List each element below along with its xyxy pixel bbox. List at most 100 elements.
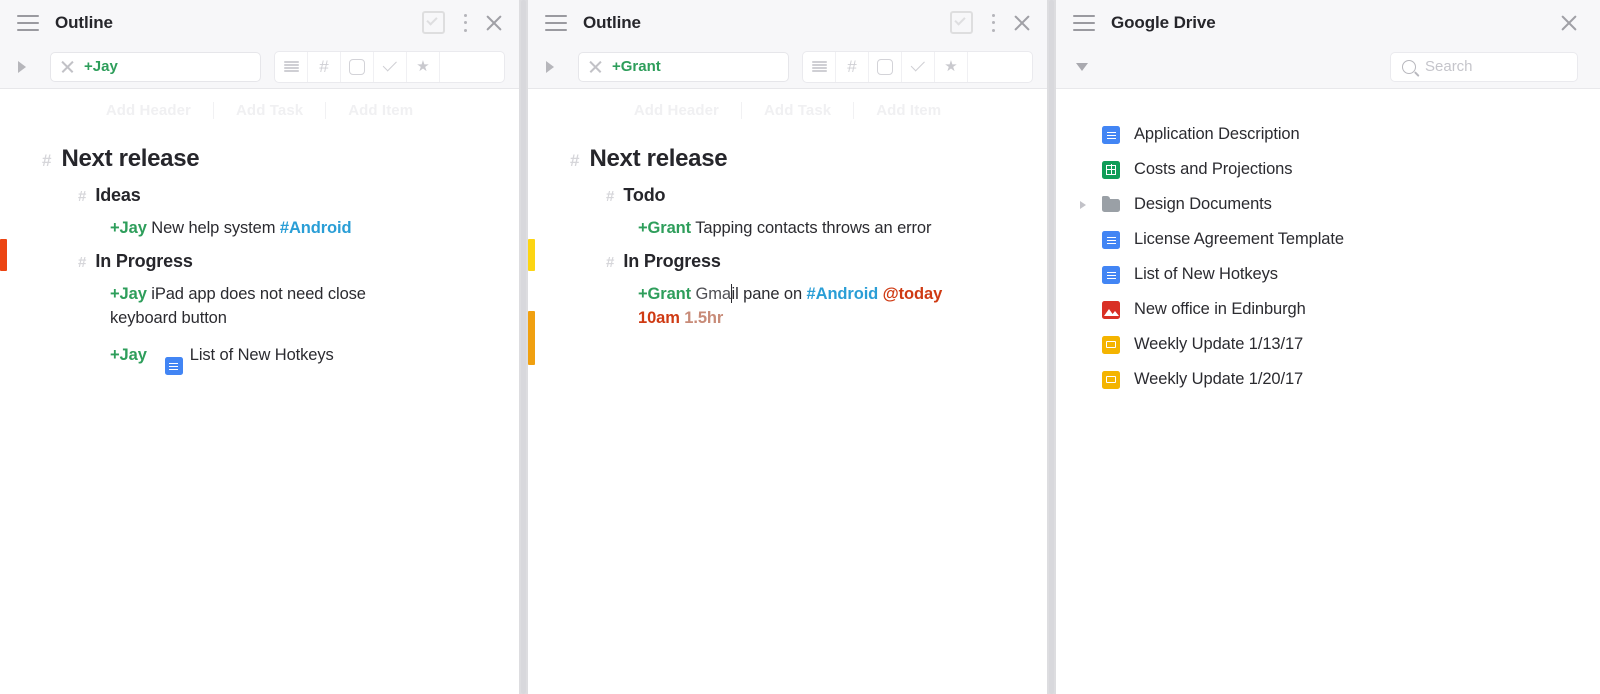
panel-title: Outline (583, 12, 641, 32)
titlebar-actions (422, 11, 503, 34)
add-item-button[interactable]: Add Item (326, 102, 435, 119)
check-icon[interactable] (374, 51, 407, 82)
star-icon[interactable]: ★ (935, 51, 968, 82)
outline-header-2[interactable]: # In Progress (0, 245, 519, 278)
duration-tag[interactable]: 1.5hr (684, 309, 723, 327)
outline-item[interactable]: +Jay New help system #Android (0, 212, 519, 245)
hash-icon: # (42, 151, 52, 170)
rounded-square-icon[interactable] (341, 51, 374, 82)
list-item[interactable]: Weekly Update 1/20/17 (1056, 362, 1600, 397)
close-small-icon[interactable] (61, 60, 74, 73)
color-swatch-icon[interactable] (440, 52, 504, 82)
mention-tag[interactable]: +Jay (110, 346, 147, 364)
add-task-button[interactable]: Add Task (214, 102, 325, 119)
list-item-folder[interactable]: Design Documents (1056, 187, 1600, 222)
filter-tool-icons: # ★ (802, 50, 1033, 83)
checkbox-square-icon[interactable] (422, 11, 445, 34)
panel-divider[interactable] (1047, 0, 1056, 694)
list-item[interactable]: List of New Hotkeys (1056, 257, 1600, 292)
hamburger-icon[interactable] (17, 14, 39, 31)
color-swatch-icon[interactable] (968, 52, 1032, 82)
list-item[interactable]: License Agreement Template (1056, 222, 1600, 257)
add-task-button[interactable]: Add Task (742, 102, 853, 119)
filter-tag-field[interactable]: +Grant (578, 51, 789, 82)
outline-content: # Next release # Ideas +Jay New help sys… (0, 127, 519, 694)
overflow-dots-icon[interactable] (991, 13, 995, 32)
add-header-button[interactable]: Add Header (612, 102, 741, 119)
google-docs-icon (1102, 230, 1120, 249)
app-window: Outline +Jay # ★ Add Header Add Task Add… (0, 0, 1600, 694)
close-icon[interactable] (1560, 14, 1578, 32)
filter-tag-field[interactable]: +Jay (50, 51, 261, 82)
google-docs-icon (1102, 265, 1120, 284)
outline-header-2[interactable]: # In Progress (528, 245, 1047, 278)
triangle-right-icon[interactable] (18, 60, 26, 73)
outline-item-editing[interactable]: +Grant Gmail pane on #Android @today 10a… (528, 278, 1047, 335)
item-body-prefix: Gma (691, 285, 732, 304)
google-docs-icon (164, 356, 183, 375)
triangle-right-icon[interactable] (1080, 200, 1094, 209)
filter-bar: +Grant # ★ (528, 45, 1047, 89)
outline-header-1[interactable]: # Next release (528, 139, 1047, 179)
outline-content: # Next release # Todo +Grant Tapping con… (528, 127, 1047, 694)
priority-bar-red (0, 239, 7, 271)
mention-tag[interactable]: +Grant (638, 285, 691, 303)
list-item[interactable]: New office in Edinburgh (1056, 292, 1600, 327)
panel-titlebar: Outline (0, 0, 519, 45)
overflow-dots-icon[interactable] (463, 13, 467, 32)
hashtag-android[interactable]: #Android (280, 219, 352, 237)
close-small-icon[interactable] (589, 60, 602, 73)
outline-header-2[interactable]: # Todo (528, 179, 1047, 212)
outline-header-1[interactable]: # Next release (0, 139, 519, 179)
filter-tag-label: +Grant (612, 58, 661, 75)
outline-header-2[interactable]: # Ideas (0, 179, 519, 212)
outline-item[interactable]: +Grant Tapping contacts throws an error (528, 212, 1047, 245)
filter-bar: +Jay # ★ (0, 45, 519, 89)
add-item-button[interactable]: Add Item (854, 102, 963, 119)
mention-tag[interactable]: +Jay (110, 285, 147, 303)
list-item[interactable]: Weekly Update 1/13/17 (1056, 327, 1600, 362)
hamburger-icon[interactable] (545, 14, 567, 31)
search-field[interactable] (1390, 51, 1578, 82)
titlebar-actions (950, 11, 1031, 34)
list-item[interactable]: Application Description (1056, 117, 1600, 152)
panel-divider[interactable] (519, 0, 528, 694)
triangle-down-icon[interactable] (1076, 62, 1088, 71)
google-slides-icon (1102, 335, 1120, 354)
panel-titlebar: Outline (528, 0, 1047, 45)
list-item-label: Weekly Update 1/20/17 (1134, 370, 1304, 388)
drive-search-bar (1056, 45, 1600, 89)
check-icon[interactable] (902, 51, 935, 82)
mention-tag[interactable]: +Grant (638, 219, 691, 237)
triangle-right-icon[interactable] (546, 60, 554, 73)
hash-icon: # (78, 188, 87, 205)
folder-icon (1102, 195, 1120, 214)
outline-header-text: In Progress (95, 251, 193, 272)
outline-item[interactable]: +Jay iPad app does not need close keyboa… (0, 278, 519, 335)
hash-icon: # (606, 188, 615, 205)
item-body: iPad app does not need close keyboard bu… (110, 285, 366, 327)
outline-header-text: Todo (623, 185, 666, 205)
lines-icon[interactable] (275, 51, 308, 82)
mention-tag[interactable]: +Jay (110, 219, 147, 237)
hashtag-android[interactable]: #Android (807, 285, 879, 303)
close-icon[interactable] (1013, 14, 1031, 32)
add-header-button[interactable]: Add Header (84, 102, 213, 119)
hash-icon[interactable]: # (308, 51, 341, 82)
hamburger-icon[interactable] (1073, 14, 1095, 31)
checkbox-square-icon[interactable] (950, 11, 973, 34)
rounded-square-icon[interactable] (869, 51, 902, 82)
outline-item-document[interactable]: +Jay List of New Hotkeys (0, 335, 519, 380)
outline-header-text: In Progress (623, 251, 721, 272)
star-icon[interactable]: ★ (407, 51, 440, 82)
search-input[interactable] (1425, 58, 1566, 75)
lines-icon[interactable] (803, 51, 836, 82)
google-drive-panel: Google Drive Application Description Cos… (1056, 0, 1600, 694)
google-slides-icon (1102, 370, 1120, 389)
outline-panel-jay: Outline +Jay # ★ Add Header Add Task Add… (0, 0, 519, 694)
list-item-label: New office in Edinburgh (1134, 300, 1306, 318)
outline-panel-grant: Outline +Grant # ★ Add Header Add Task A… (528, 0, 1047, 694)
hash-icon[interactable]: # (836, 51, 869, 82)
close-icon[interactable] (485, 14, 503, 32)
list-item[interactable]: Costs and Projections (1056, 152, 1600, 187)
